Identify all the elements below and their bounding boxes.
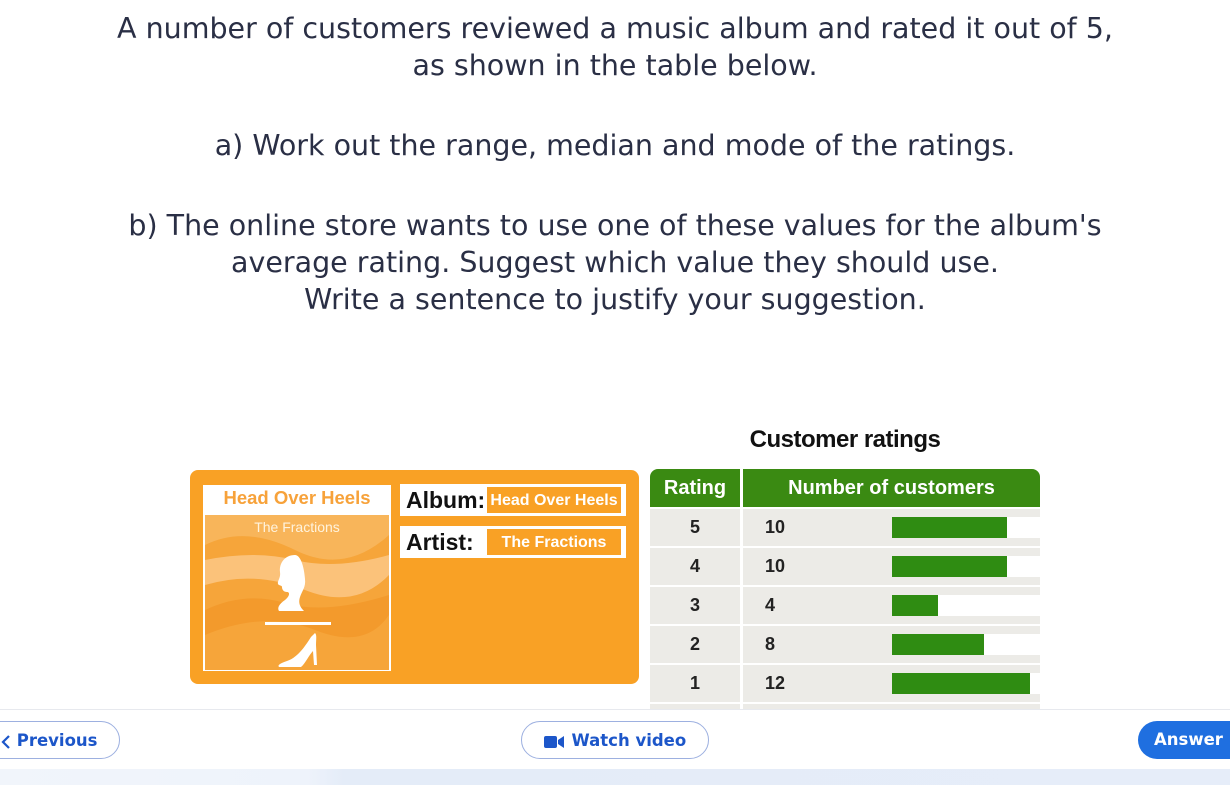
artist-label: Artist: xyxy=(406,529,474,555)
artist-field: Artist: The Fractions xyxy=(400,526,626,558)
bar-track xyxy=(892,556,1040,577)
count-cell: 10 xyxy=(743,548,1040,585)
count-value: 4 xyxy=(765,595,776,615)
previous-label: Previous xyxy=(16,731,98,750)
album-value: Head Over Heels xyxy=(486,486,622,514)
bar-fill xyxy=(892,634,984,655)
table-row: 28 xyxy=(650,626,1040,663)
question-part-a: a) Work out the range, median and mode o… xyxy=(214,129,1016,162)
question-line: as shown in the table below. xyxy=(412,49,818,82)
bar-track xyxy=(892,634,1040,655)
count-cell: 12 xyxy=(743,665,1040,702)
rating-cell: 3 xyxy=(650,587,740,624)
question-text: A number of customers reviewed a music a… xyxy=(0,10,1230,318)
watch-video-label: Watch video xyxy=(571,731,687,750)
bar-track xyxy=(892,517,1040,538)
count-cell: 10 xyxy=(743,509,1040,546)
header-count: Number of customers xyxy=(743,469,1040,507)
album-card: Head Over Heels The Fractions Album: Hea… xyxy=(190,470,639,684)
answer-label: Answer xyxy=(1154,730,1223,749)
count-value: 10 xyxy=(765,556,786,576)
question-part-b: average rating. Suggest which value they… xyxy=(231,246,999,279)
rating-cell: 2 xyxy=(650,626,740,663)
previous-button[interactable]: Previous xyxy=(0,721,120,759)
table-row: 34 xyxy=(650,587,1040,624)
table-title: Customer ratings xyxy=(749,426,941,453)
question-line: A number of customers reviewed a music a… xyxy=(117,12,1113,45)
bar-fill xyxy=(892,595,938,616)
bar-fill xyxy=(892,556,1007,577)
count-value: 12 xyxy=(765,673,786,693)
chevron-left-icon xyxy=(1,734,10,749)
album-field: Album: Head Over Heels xyxy=(400,484,626,516)
count-value: 10 xyxy=(765,517,786,537)
count-cell: 8 xyxy=(743,626,1040,663)
table-row: 1 12 xyxy=(650,665,1040,702)
bar-fill xyxy=(892,673,1030,694)
cover-title: Head Over Heels xyxy=(223,487,371,508)
bar-track xyxy=(892,595,1040,616)
ratings-table: Rating Number of customers 5 10 4 10 3 4 2 8 1 12 xyxy=(650,469,1040,709)
answer-button[interactable]: Answer xyxy=(1138,721,1230,759)
album-label: Album: xyxy=(406,487,486,513)
bar-track xyxy=(892,673,1040,694)
count-cell: 4 xyxy=(743,587,1040,624)
table-row: 4 10 xyxy=(650,548,1040,585)
footer-strip xyxy=(0,769,1230,785)
cover-artist: The Fractions xyxy=(254,519,340,535)
divider xyxy=(0,709,1230,710)
question-part-b: b) The online store wants to use one of … xyxy=(128,209,1102,242)
rating-cell: 1 xyxy=(650,665,740,702)
artist-value: The Fractions xyxy=(486,528,622,556)
count-value: 8 xyxy=(765,634,776,654)
table-row: 5 10 xyxy=(650,509,1040,546)
bar-fill xyxy=(892,517,1007,538)
album-cover: Head Over Heels The Fractions xyxy=(203,485,391,671)
question-part-b: Write a sentence to justify your suggest… xyxy=(304,283,926,316)
rating-cell: 4 xyxy=(650,548,740,585)
header-rating: Rating xyxy=(650,469,740,507)
album-cover-art xyxy=(205,515,389,670)
rating-cell: 5 xyxy=(650,509,740,546)
video-camera-icon xyxy=(543,735,564,748)
watch-video-button[interactable]: Watch video xyxy=(521,721,709,759)
